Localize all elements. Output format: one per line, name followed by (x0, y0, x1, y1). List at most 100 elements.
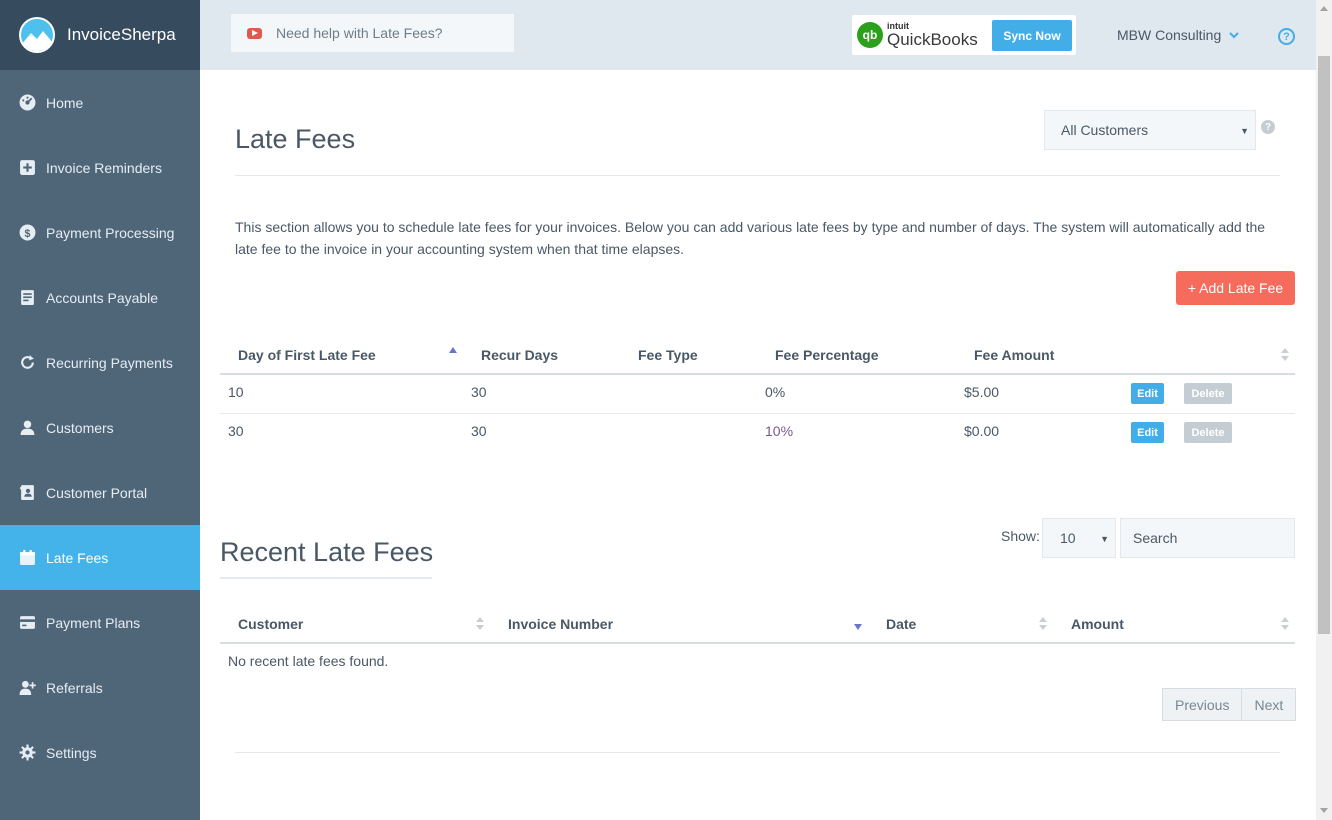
sync-now-button[interactable]: Sync Now (992, 20, 1072, 51)
cell-recur-days: 30 (471, 384, 487, 400)
video-play-icon (247, 27, 262, 39)
contact-book-icon (19, 484, 36, 501)
sidebar-item-label: Invoice Reminders (46, 159, 162, 176)
search-input[interactable] (1120, 518, 1295, 558)
sidebar-item-recurring-payments[interactable]: Recurring Payments (0, 330, 200, 395)
sidebar-item-label: Late Fees (46, 549, 109, 566)
sidebar-item-settings[interactable]: Settings (0, 720, 200, 785)
sort-asc-icon (449, 347, 457, 353)
help-icon[interactable]: ? (1278, 28, 1295, 45)
sort-icon[interactable] (1281, 348, 1289, 362)
dollar-circle-icon: $ (19, 224, 36, 241)
delete-button[interactable]: Delete (1184, 422, 1232, 443)
chevron-down-icon (1229, 32, 1239, 39)
quickbooks-logo-icon: qb (857, 22, 883, 48)
empty-table-message: No recent late fees found. (228, 653, 389, 669)
table-header-divider (220, 373, 1295, 375)
sort-desc-icon[interactable] (854, 624, 862, 630)
edit-button[interactable]: Edit (1131, 383, 1164, 404)
plus-square-icon (19, 159, 36, 176)
delete-button[interactable]: Delete (1184, 383, 1232, 404)
sidebar-item-customers[interactable]: Customers (0, 395, 200, 460)
cell-first-day: 30 (228, 423, 244, 439)
sidebar-item-label: Accounts Payable (46, 289, 159, 306)
sidebar-item-payment-plans[interactable]: Payment Plans (0, 590, 200, 655)
customer-filter-select[interactable]: All Customers ▼ (1044, 110, 1256, 150)
table-header-divider (220, 642, 1295, 644)
sidebar-item-referrals[interactable]: Referrals (0, 655, 200, 720)
quickbooks-wordmark: intuit QuickBooks (887, 22, 978, 49)
sidebar-item-home[interactable]: Home (0, 70, 200, 135)
customer-filter-value: All Customers (1061, 122, 1149, 138)
user-icon (19, 419, 36, 436)
cell-fee-percentage: 0% (765, 384, 786, 400)
sidebar-item-customer-portal[interactable]: Customer Portal (0, 460, 200, 525)
sidebar-item-label: Customers (46, 419, 114, 436)
cell-fee-percentage: 10% (765, 423, 794, 439)
company-dropdown[interactable]: MBW Consulting (1117, 27, 1239, 43)
scroll-down-arrow-icon[interactable] (1320, 808, 1328, 813)
sidebar-item-payment-processing[interactable]: $ Payment Processing (0, 200, 200, 265)
cell-recur-days: 30 (471, 423, 487, 439)
previous-page-button[interactable]: Previous (1163, 689, 1242, 720)
calendar-icon (19, 549, 36, 566)
sidebar-item-label: Settings (46, 744, 97, 761)
sidebar: InvoiceSherpa Home Invoice Reminders $ P… (0, 0, 200, 820)
sidebar-item-accounts-payable[interactable]: Accounts Payable (0, 265, 200, 330)
sidebar-item-label: Referrals (46, 679, 103, 696)
sidebar-item-late-fees[interactable]: Late Fees (0, 525, 200, 590)
page-scrollbar[interactable] (1316, 0, 1332, 820)
late-fees-description: This section allows you to schedule late… (235, 219, 1266, 257)
column-header-customer[interactable]: Customer (238, 616, 303, 632)
mountain-logo-icon (19, 17, 55, 53)
divider (235, 175, 1280, 176)
sidebar-item-label: Recurring Payments (46, 354, 173, 371)
filter-help-icon[interactable]: ? (1261, 120, 1275, 134)
scroll-up-arrow-icon[interactable] (1320, 6, 1328, 11)
quickbooks-panel: qb intuit QuickBooks Sync Now (852, 15, 1076, 55)
sidebar-item-invoice-reminders[interactable]: Invoice Reminders (0, 135, 200, 200)
next-page-button[interactable]: Next (1241, 689, 1296, 720)
column-header-fee-type[interactable]: Fee Type (638, 347, 698, 363)
topbar: Need help with Late Fees? qb intuit Quic… (200, 0, 1316, 70)
add-late-fee-button[interactable]: + Add Late Fee (1176, 271, 1295, 305)
brand[interactable]: InvoiceSherpa (0, 0, 200, 70)
sort-icon[interactable] (1281, 617, 1289, 631)
sidebar-item-label: Home (46, 94, 84, 111)
column-header-fee-percentage[interactable]: Fee Percentage (775, 347, 879, 363)
sidebar-item-label: Payment Processing (46, 224, 175, 241)
user-plus-icon (19, 679, 36, 696)
column-header-recur-days[interactable]: Recur Days (481, 347, 558, 363)
quickbooks-label: QuickBooks (887, 30, 978, 49)
help-video-link[interactable]: Need help with Late Fees? (230, 13, 515, 53)
gear-icon (19, 744, 36, 761)
cell-fee-amount: $5.00 (964, 384, 1000, 400)
svg-text:$: $ (25, 228, 31, 240)
sort-icon[interactable] (476, 617, 484, 631)
column-header-date[interactable]: Date (886, 616, 916, 632)
refresh-icon (19, 354, 36, 371)
pagination: Previous Next (1162, 688, 1297, 721)
recent-late-fees-title: Recent Late Fees (220, 537, 434, 567)
row-divider (220, 413, 1295, 414)
column-header-first-day[interactable]: Day of First Late Fee (238, 347, 376, 363)
caret-down-icon: ▼ (1240, 126, 1249, 136)
cell-fee-amount: $0.00 (964, 423, 1000, 439)
show-entries-select[interactable]: 10 ▼ (1042, 518, 1116, 558)
divider (235, 752, 1280, 753)
column-header-amount[interactable]: Amount (1071, 616, 1124, 632)
show-entries-label: Show: (1001, 528, 1040, 544)
brand-name: InvoiceSherpa (67, 25, 176, 44)
dashboard-icon (19, 94, 36, 111)
column-header-invoice-number[interactable]: Invoice Number (508, 616, 613, 632)
column-header-fee-amount[interactable]: Fee Amount (974, 347, 1054, 363)
show-entries-value: 10 (1060, 530, 1076, 546)
title-underline (220, 577, 432, 579)
document-icon (19, 289, 36, 306)
scroll-thumb[interactable] (1318, 56, 1330, 634)
sidebar-item-label: Customer Portal (46, 484, 148, 501)
edit-button[interactable]: Edit (1131, 422, 1164, 443)
credit-card-icon (19, 614, 36, 631)
sort-icon[interactable] (1039, 617, 1047, 631)
company-name: MBW Consulting (1117, 27, 1222, 43)
